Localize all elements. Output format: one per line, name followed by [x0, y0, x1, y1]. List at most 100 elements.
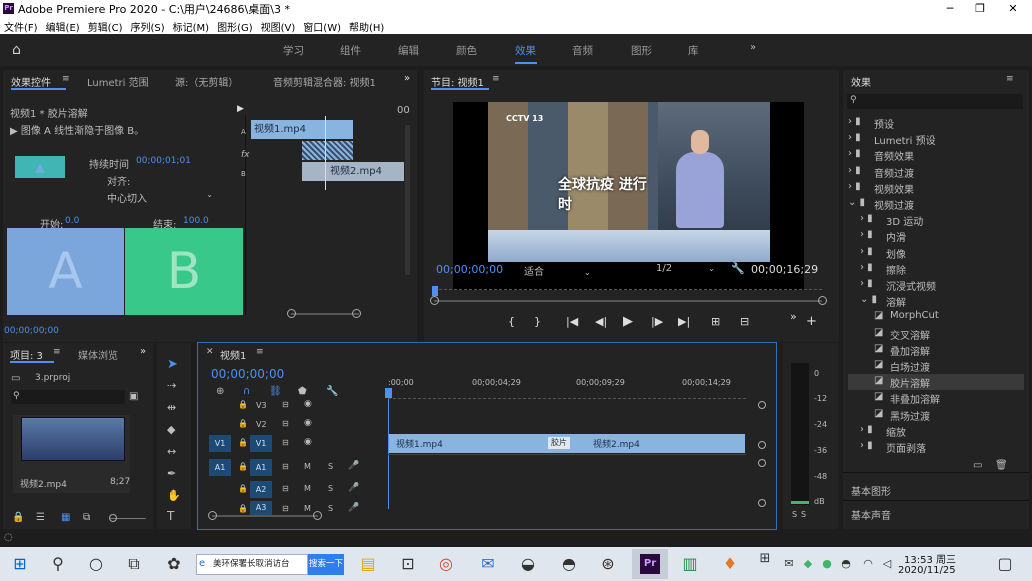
- source-patch-a1[interactable]: A1: [209, 459, 231, 476]
- menu-graphics[interactable]: 图形(G): [213, 17, 257, 34]
- clock-time[interactable]: 13:53 周三: [904, 551, 956, 566]
- compass-icon[interactable]: ⊛: [598, 554, 618, 574]
- effects-tree-item[interactable]: › ▮ 划像: [848, 245, 1028, 261]
- sync-lock-icon[interactable]: ⊟: [282, 484, 289, 493]
- effects-tree-item[interactable]: › ▮ 缩放: [848, 423, 1028, 439]
- program-zoom-handle-left[interactable]: [430, 296, 439, 305]
- snap-icon[interactable]: ∩: [243, 386, 250, 397]
- tab-lumetri-scopes[interactable]: Lumetri 范围: [87, 74, 149, 89]
- taskbar-search-input[interactable]: 美环保署长取消访台: [196, 554, 308, 575]
- effects-tree-item[interactable]: ◪ 非叠加溶解: [848, 390, 1028, 406]
- close-button[interactable]: ✕: [998, 0, 1028, 17]
- minimize-button[interactable]: ─: [935, 0, 965, 17]
- effects-tree-item[interactable]: › ▮ 页面剥落: [848, 439, 1028, 455]
- panel-menu-icon[interactable]: ≡: [256, 347, 264, 357]
- effects-tree-item[interactable]: › ▮ 视频效果: [848, 180, 1028, 196]
- workspace-assembly[interactable]: 组件: [340, 43, 361, 58]
- video-frame[interactable]: CCTV 13 全球抗疫 进行时: [453, 102, 804, 290]
- lift-icon[interactable]: ⊞: [711, 315, 720, 328]
- tab-media-browser[interactable]: 媒体浏览: [78, 347, 118, 362]
- cortana-icon[interactable]: ○: [86, 554, 106, 574]
- effects-tree-item[interactable]: › ▮ 沉浸式视频: [848, 277, 1028, 293]
- start-value[interactable]: 0.0: [65, 216, 79, 226]
- new-bin-icon[interactable]: ▭: [973, 460, 982, 471]
- workspace-learn[interactable]: 学习: [283, 43, 304, 58]
- mini-transition[interactable]: [302, 141, 353, 160]
- home-icon[interactable]: ⌂: [12, 42, 21, 58]
- effects-tree-item[interactable]: › ▮ Lumetri 预设: [848, 131, 1028, 147]
- solo-a2-button[interactable]: S: [328, 484, 333, 493]
- notepad-icon[interactable]: ▥: [680, 554, 700, 574]
- taskbar-search-button[interactable]: 搜索一下: [308, 554, 344, 575]
- workspace-graphics[interactable]: 图形: [631, 43, 652, 58]
- effects-tree-item[interactable]: › ▮ 擦除: [848, 261, 1028, 277]
- effects-tree-item[interactable]: › ▮ 3D 运动: [848, 212, 1028, 228]
- tab-source[interactable]: 源:（无剪辑）: [175, 74, 238, 89]
- sync-lock-icon[interactable]: ⊟: [282, 462, 289, 471]
- effects-tree-item[interactable]: ⌄ ▮ 视频过渡: [848, 196, 1028, 212]
- panel-menu-icon[interactable]: ≡: [62, 74, 70, 84]
- go-to-in-icon[interactable]: |◀: [566, 315, 578, 328]
- insert-overwrite-icon[interactable]: ⊕: [216, 386, 224, 397]
- eye-icon[interactable]: ◉: [304, 399, 312, 409]
- effect-controls-scrollbar[interactable]: [405, 125, 410, 275]
- solo-a3-button[interactable]: S: [328, 504, 333, 513]
- mini-zoom-handle-right[interactable]: [352, 309, 361, 318]
- wrench-icon[interactable]: 🔧: [731, 262, 745, 275]
- menu-help[interactable]: 帮助(H): [345, 17, 388, 34]
- resolution-dropdown[interactable]: 1/2 ⌄: [656, 263, 715, 274]
- workspace-audio[interactable]: 音频: [572, 43, 593, 58]
- program-timecode[interactable]: 00;00;00;00: [436, 263, 503, 276]
- program-playhead[interactable]: [432, 286, 438, 296]
- track-select-tool-icon[interactable]: ⇢: [167, 379, 176, 392]
- chrome-icon[interactable]: ◎: [436, 554, 456, 574]
- eye-icon[interactable]: ◉: [304, 437, 312, 447]
- track-a1-label[interactable]: A1: [250, 459, 272, 476]
- program-zoom-handle-right[interactable]: [818, 296, 827, 305]
- menu-edit[interactable]: 编辑(E): [42, 17, 84, 34]
- volume-icon[interactable]: ◁: [877, 554, 897, 574]
- clock-date[interactable]: 2020/11/25: [898, 565, 956, 576]
- effect-controls-timecode[interactable]: 00;00;00;00: [4, 326, 59, 336]
- effects-tree-item[interactable]: ⌄ ▮ 溶解: [848, 293, 1028, 309]
- mute-a2-button[interactable]: M: [304, 484, 311, 493]
- playhead-handle[interactable]: [385, 388, 392, 398]
- expand-arrow-icon[interactable]: ▶: [237, 104, 244, 114]
- fit-dropdown[interactable]: 适合 ⌄: [524, 263, 591, 278]
- task-view-icon[interactable]: ⧉: [124, 554, 144, 574]
- lock-icon[interactable]: 🔒: [238, 438, 248, 447]
- mini-clip-a[interactable]: 视频1.mp4: [251, 120, 353, 139]
- effects-tree-item[interactable]: ◪ 叠加溶解: [848, 342, 1028, 358]
- project-clip-card[interactable]: 视频2.mp4 8;27: [13, 415, 130, 493]
- workspace-editing[interactable]: 编辑: [398, 43, 419, 58]
- slip-tool-icon[interactable]: ↔: [167, 445, 176, 458]
- duration-value[interactable]: 00;00;01;01: [136, 156, 191, 166]
- program-time-ruler[interactable]: [434, 282, 822, 290]
- transition-marker[interactable]: 胶片: [548, 437, 570, 449]
- media-app-icon[interactable]: ♦: [720, 554, 740, 574]
- sync-lock-icon[interactable]: ⊟: [282, 438, 289, 447]
- solo-right-button[interactable]: S: [801, 510, 806, 519]
- selection-tool-icon[interactable]: ➤: [167, 357, 178, 372]
- type-tool-icon[interactable]: T: [167, 509, 174, 523]
- lock-icon[interactable]: 🔒: [238, 504, 248, 513]
- extract-icon[interactable]: ⊟: [740, 315, 749, 328]
- timeline-timecode[interactable]: 00;00;00;00: [211, 367, 284, 381]
- mute-a3-button[interactable]: M: [304, 504, 311, 513]
- sync-lock-icon[interactable]: ⊟: [282, 419, 289, 428]
- effects-search-input[interactable]: ⚲: [847, 94, 1023, 109]
- project-search-input[interactable]: ⚲: [11, 390, 125, 404]
- essential-graphics-panel[interactable]: 基本图形: [851, 483, 891, 498]
- effects-tree-item[interactable]: ◪ 胶片溶解: [848, 374, 1024, 391]
- hand-tool-icon[interactable]: ✋: [167, 489, 181, 502]
- alignment-dropdown[interactable]: 中心切入 ⌄: [107, 190, 217, 205]
- solo-a1-button[interactable]: S: [328, 462, 333, 471]
- essential-sound-panel[interactable]: 基本声音: [851, 507, 891, 522]
- pen-tool-icon[interactable]: ✒: [167, 467, 176, 480]
- lock-icon[interactable]: 🔒: [238, 400, 248, 409]
- track-a3-label[interactable]: A3: [250, 501, 272, 515]
- end-value[interactable]: 100.0: [183, 216, 209, 226]
- mini-zoom-handle-left[interactable]: [287, 309, 296, 318]
- mini-clip-b[interactable]: 视频2.mp4: [302, 162, 404, 181]
- tab-project[interactable]: 项目: 3: [10, 347, 43, 362]
